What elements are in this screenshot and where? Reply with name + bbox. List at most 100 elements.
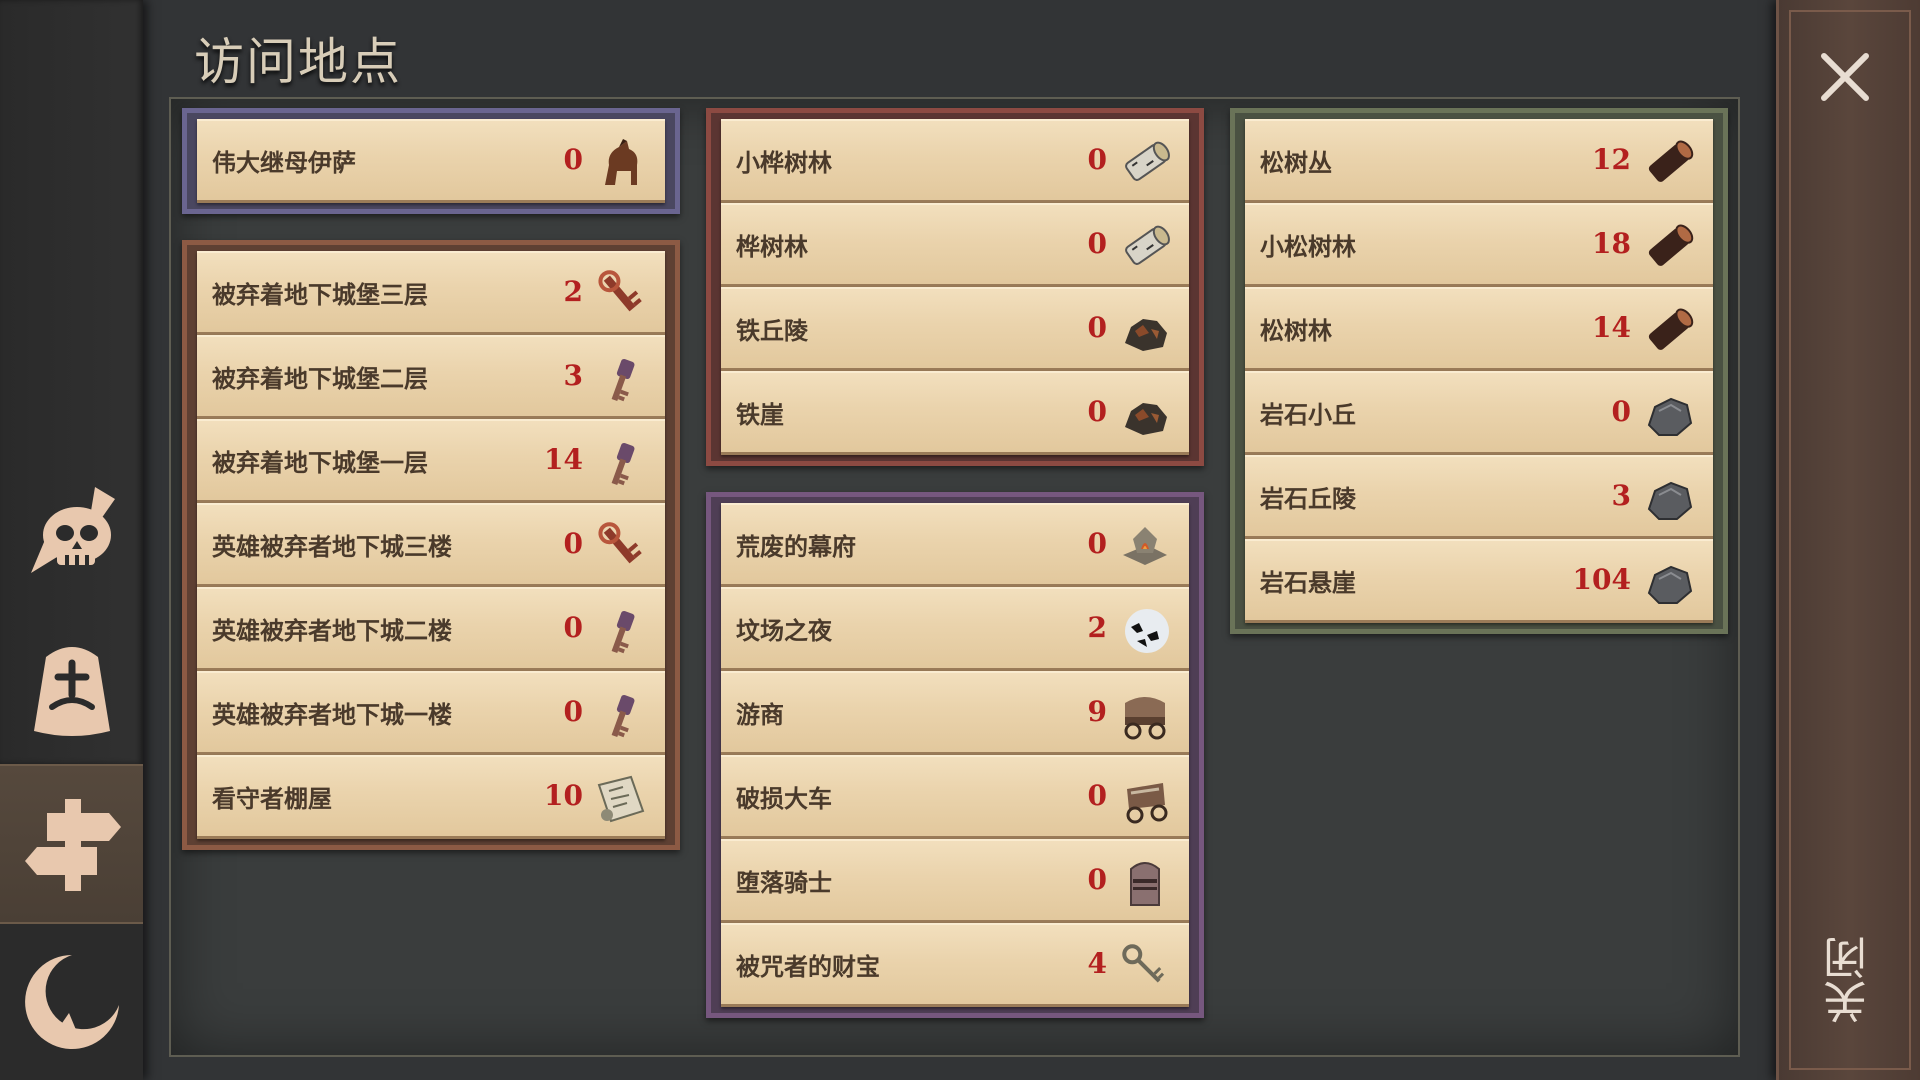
purple-key-icon <box>593 351 649 407</box>
location-row[interactable]: 被弃着地下城堡二层 3 <box>197 335 665 419</box>
location-row[interactable]: 松树林 14 <box>1245 287 1713 371</box>
location-row[interactable]: 荒废的幕府 0 <box>721 503 1189 587</box>
location-row[interactable]: 破损大车 0 <box>721 755 1189 839</box>
page-title: 访问地点 <box>194 33 402 91</box>
location-row[interactable]: 铁丘陵 0 <box>721 287 1189 371</box>
location-row[interactable]: 坟场之夜 2 <box>721 587 1189 671</box>
location-name: 破损大车 <box>736 785 832 813</box>
stone-icon <box>1641 555 1697 611</box>
location-group-purple: 荒废的幕府 0 坟场之夜 2 游商 9 破损大车 0 堕落骑士 0 被咒者的财宝 4 <box>706 492 1204 1018</box>
location-name: 岩石丘陵 <box>1260 485 1356 513</box>
purple-key-icon <box>593 435 649 491</box>
location-row[interactable]: 英雄被弃者地下城一楼 0 <box>197 671 665 755</box>
location-row[interactable]: 桦树林 0 <box>721 203 1189 287</box>
location-name: 铁崖 <box>736 401 784 429</box>
location-row[interactable]: 英雄被弃者地下城二楼 0 <box>197 587 665 671</box>
location-row[interactable]: 游商 9 <box>721 671 1189 755</box>
location-row[interactable]: 堕落骑士 0 <box>721 839 1189 923</box>
location-row[interactable]: 岩石悬崖 104 <box>1245 539 1713 623</box>
location-row[interactable]: 小桦树林 0 <box>721 119 1189 203</box>
location-name: 桦树林 <box>736 233 808 261</box>
crows-moon-icon <box>1117 603 1173 659</box>
broken-cart-icon <box>1117 771 1173 827</box>
nav-tab-locations[interactable] <box>0 764 143 924</box>
visit-count: 0 <box>1087 779 1107 812</box>
location-row[interactable]: 被咒者的财宝 4 <box>721 923 1189 1007</box>
close-sidebar <box>1776 0 1920 1080</box>
location-name: 小松树林 <box>1260 233 1356 261</box>
location-name: 堕落骑士 <box>736 869 832 897</box>
close-button[interactable] <box>1810 42 1880 112</box>
location-name: 岩石小丘 <box>1260 401 1356 429</box>
visit-count: 12 <box>1592 143 1631 176</box>
visit-count: 0 <box>1087 527 1107 560</box>
location-row[interactable]: 被弃着地下城堡一层 14 <box>197 419 665 503</box>
location-name: 岩石悬崖 <box>1260 569 1356 597</box>
location-row[interactable]: 伟大继母伊萨 0 <box>197 119 665 203</box>
stone-icon <box>1641 387 1697 443</box>
location-row[interactable]: 看守者棚屋 10 <box>197 755 665 839</box>
pine-log-icon <box>1641 219 1697 275</box>
location-name: 被弃着地下城堡三层 <box>212 281 428 309</box>
location-name: 伟大继母伊萨 <box>212 149 356 177</box>
location-name: 英雄被弃者地下城二楼 <box>212 617 452 645</box>
location-row[interactable]: 铁崖 0 <box>721 371 1189 455</box>
visit-count: 0 <box>563 527 583 560</box>
visit-count: 0 <box>1087 863 1107 896</box>
location-name: 坟场之夜 <box>736 617 832 645</box>
visit-count: 18 <box>1592 227 1631 260</box>
visit-count: 3 <box>563 359 583 392</box>
campfire-icon <box>1117 519 1173 575</box>
location-name: 被弃着地下城堡一层 <box>212 449 428 477</box>
red-key-icon <box>593 267 649 323</box>
visit-count: 3 <box>1611 479 1631 512</box>
location-row[interactable]: 岩石丘陵 3 <box>1245 455 1713 539</box>
location-group-green: 松树丛 12 小松树林 18 松树林 14 岩石小丘 0 岩石丘陵 3 岩石悬崖 104 <box>1230 108 1728 634</box>
close-icon <box>1821 53 1869 101</box>
location-name: 看守者棚屋 <box>212 785 332 813</box>
purple-key-icon <box>593 687 649 743</box>
location-name: 松树林 <box>1260 317 1332 345</box>
crescent-moon-icon <box>24 955 119 1049</box>
close-sidebar-border <box>1789 10 1911 1070</box>
location-row[interactable]: 被弃着地下城堡三层 2 <box>197 251 665 335</box>
red-key-icon <box>593 519 649 575</box>
close-label-button[interactable]: 关闭 <box>1818 925 1878 1035</box>
location-group-blue: 伟大继母伊萨 0 <box>182 108 680 214</box>
location-row[interactable]: 岩石小丘 0 <box>1245 371 1713 455</box>
pine-log-icon <box>1641 135 1697 191</box>
location-name: 英雄被弃者地下城一楼 <box>212 701 452 729</box>
visit-count: 2 <box>1087 611 1107 644</box>
location-row[interactable]: 松树丛 12 <box>1245 119 1713 203</box>
crossed-stone-icon <box>33 647 110 736</box>
visit-count: 0 <box>1611 395 1631 428</box>
purple-key-icon <box>593 603 649 659</box>
visit-count: 104 <box>1572 563 1631 596</box>
location-name: 小桦树林 <box>736 149 832 177</box>
location-name: 游商 <box>736 701 784 729</box>
nav-tab-night[interactable] <box>0 924 143 1080</box>
visit-count: 0 <box>563 695 583 728</box>
birch-log-icon <box>1117 135 1173 191</box>
location-group-brown: 被弃着地下城堡三层 2 被弃着地下城堡二层 3 被弃着地下城堡一层 14 英雄被弃者地下城三… <box>182 240 680 850</box>
skull-crossbones-icon <box>30 487 115 573</box>
nav-tab-stone[interactable] <box>0 610 143 766</box>
visit-count: 0 <box>1087 395 1107 428</box>
visit-count: 14 <box>1592 311 1631 344</box>
visit-count: 10 <box>544 779 583 812</box>
merchant-wagon-icon <box>1117 687 1173 743</box>
visit-count: 0 <box>1087 311 1107 344</box>
visit-count: 0 <box>563 143 583 176</box>
signpost-icon <box>24 799 121 891</box>
location-name: 铁丘陵 <box>736 317 808 345</box>
key-icon <box>1117 939 1173 995</box>
location-row[interactable]: 小松树林 18 <box>1245 203 1713 287</box>
horse-icon <box>593 135 649 191</box>
visit-count: 0 <box>1087 227 1107 260</box>
nav-tab-raids[interactable] <box>0 454 143 610</box>
visit-count: 4 <box>1087 947 1107 980</box>
pine-log-icon <box>1641 303 1697 359</box>
iron-ore-icon <box>1117 303 1173 359</box>
stone-icon <box>1641 471 1697 527</box>
location-row[interactable]: 英雄被弃者地下城三楼 0 <box>197 503 665 587</box>
